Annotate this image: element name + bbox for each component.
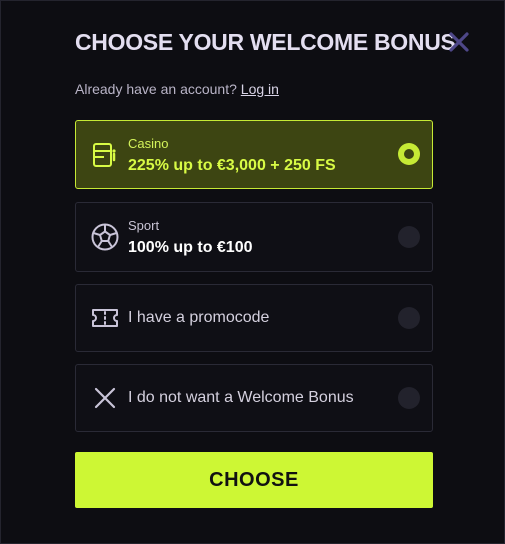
option-casino-radio[interactable] [398, 143, 420, 165]
option-promocode[interactable]: I have a promocode [75, 284, 433, 352]
option-casino-offer: 225% up to €3,000 + 250 FS [128, 157, 336, 174]
option-no-bonus-radio[interactable] [398, 387, 420, 409]
option-sport-category: Sport [128, 218, 160, 233]
account-prompt-text: Already have an account? [75, 81, 237, 97]
option-no-bonus[interactable]: I do not want a Welcome Bonus [75, 364, 433, 432]
option-sport-offer: 100% up to €100 [128, 239, 253, 256]
close-icon[interactable] [448, 31, 470, 53]
option-no-bonus-label: I do not want a Welcome Bonus [128, 389, 354, 406]
choose-button[interactable]: CHOOSE [75, 452, 433, 508]
option-sport[interactable]: Sport 100% up to €100 [75, 202, 433, 272]
option-casino[interactable]: Casino 225% up to €3,000 + 250 FS [75, 120, 433, 189]
casino-card-icon [93, 143, 116, 167]
option-promocode-label: I have a promocode [128, 309, 270, 326]
cross-icon [94, 387, 116, 409]
login-link[interactable]: Log in [241, 81, 279, 97]
option-promocode-radio[interactable] [398, 307, 420, 329]
option-sport-radio[interactable] [398, 226, 420, 248]
account-prompt: Already have an account? Log in [75, 81, 279, 97]
welcome-bonus-modal: CHOOSE YOUR WELCOME BONUS Already have a… [0, 0, 505, 544]
option-casino-category: Casino [128, 136, 169, 151]
ticket-icon [92, 309, 118, 327]
modal-title: CHOOSE YOUR WELCOME BONUS [75, 29, 456, 55]
close-button[interactable] [448, 31, 470, 53]
soccer-ball-icon [91, 223, 119, 251]
